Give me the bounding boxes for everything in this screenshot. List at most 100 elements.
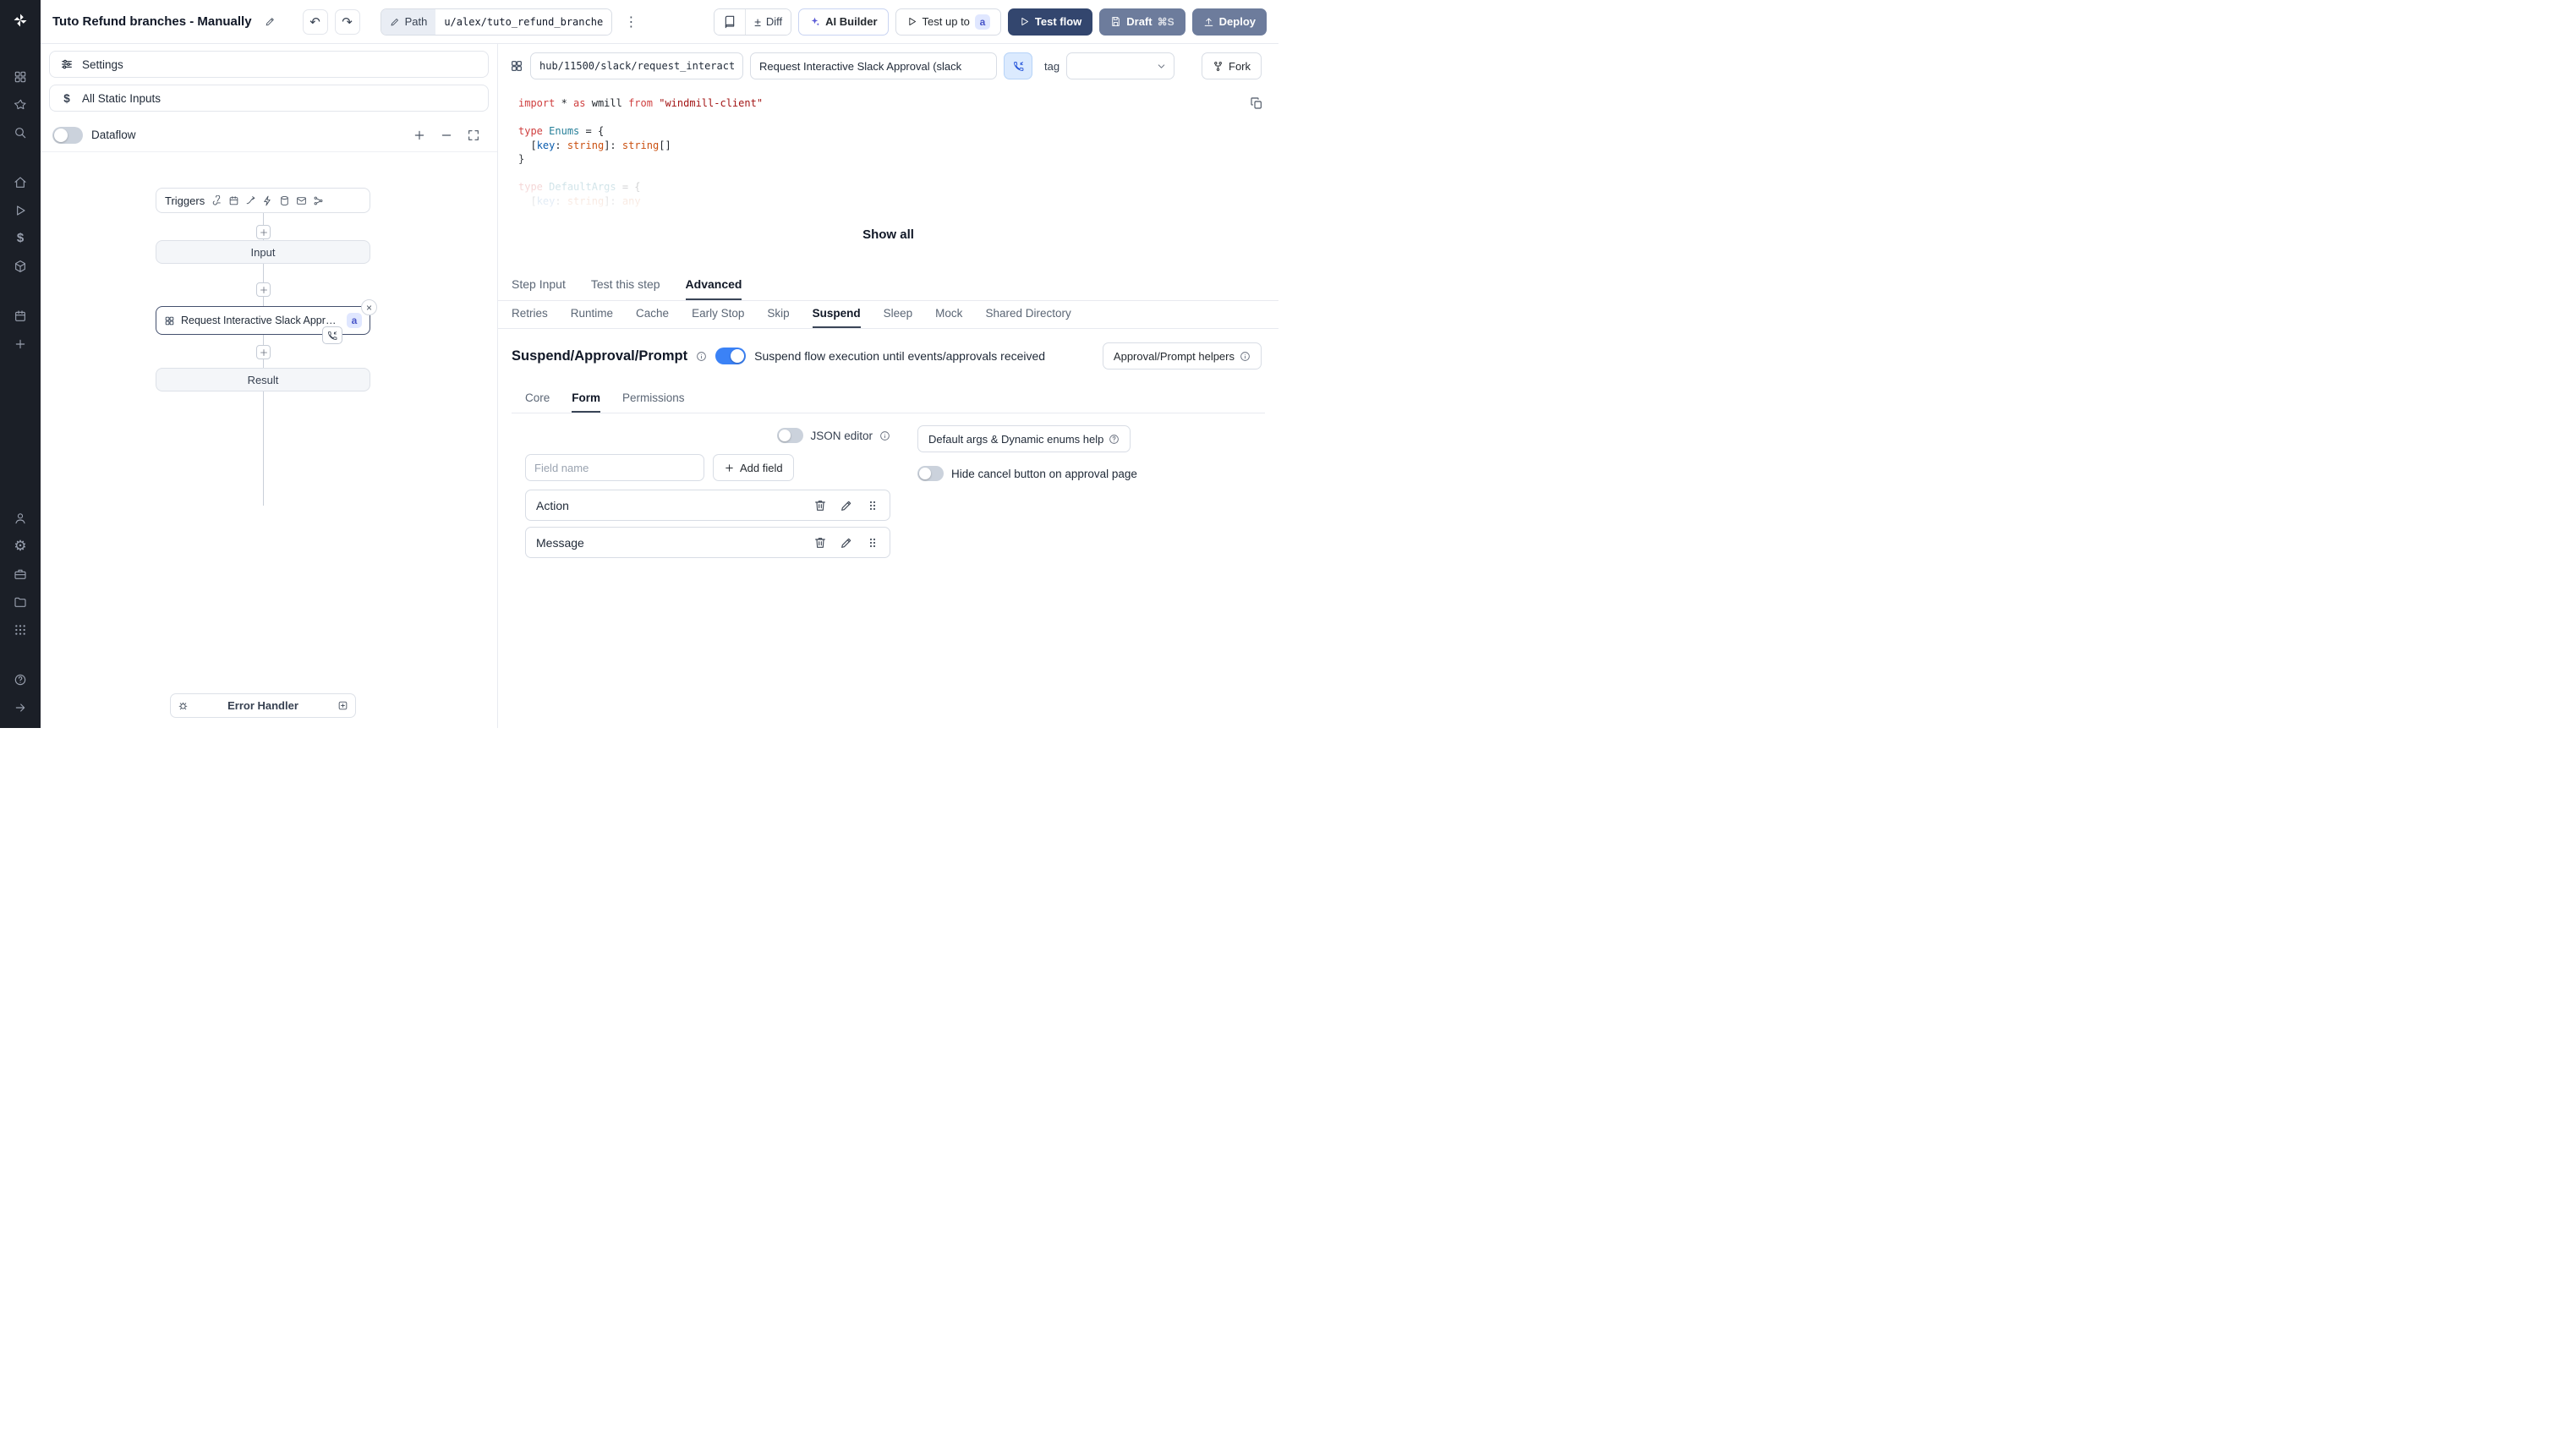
undo-button[interactable]: ↶ (302, 8, 328, 35)
sidebar-item-help[interactable] (0, 665, 41, 693)
draft-label: Draft (1126, 15, 1153, 28)
insert-step-button[interactable] (256, 345, 271, 359)
script-path-input[interactable] (530, 52, 743, 79)
zoom-in-icon[interactable] (408, 123, 431, 147)
tab-advanced[interactable]: Advanced (685, 277, 742, 300)
path-edit-button[interactable]: Path (381, 8, 436, 35)
sidebar-item-favorites[interactable] (0, 90, 41, 118)
email-icon (297, 196, 307, 205)
tab-cache[interactable]: Cache (636, 307, 669, 328)
edit-field-icon[interactable] (840, 536, 853, 550)
input-node[interactable]: Input (156, 240, 370, 264)
ai-builder-button[interactable]: AI Builder (798, 8, 889, 36)
webhook-icon (212, 194, 221, 205)
form-tab-body: JSON editor Add field Action (512, 413, 1265, 564)
sidebar-item-runs[interactable] (0, 196, 41, 224)
info-icon[interactable] (879, 430, 890, 441)
sidebar-item-schedules[interactable] (0, 302, 41, 330)
field-name-input[interactable] (525, 454, 704, 481)
docs-diff-group: ± Diff (714, 8, 792, 36)
all-static-inputs-button[interactable]: $ All Static Inputs (49, 85, 489, 112)
sidebar-item-add[interactable] (0, 330, 41, 358)
field-name: Message (536, 535, 584, 550)
windmill-logo-icon[interactable] (0, 0, 41, 41)
slack-approval-step-node[interactable]: Request Interactive Slack Approval (... … (156, 299, 377, 344)
more-options-button[interactable]: ⋮ (619, 10, 643, 34)
error-handler-label: Error Handler (227, 699, 298, 712)
hide-cancel-toggle[interactable] (917, 466, 944, 481)
drag-handle-icon[interactable] (866, 499, 879, 512)
redo-button[interactable]: ↷ (334, 8, 360, 35)
deploy-icon (1204, 18, 1213, 26)
tab-suspend[interactable]: Suspend (812, 307, 861, 328)
code-preview[interactable]: import * as wmill from "windmill-client"… (508, 88, 1268, 262)
fork-button[interactable]: Fork (1202, 52, 1262, 79)
test-flow-button[interactable]: Test flow (1007, 8, 1093, 36)
form-field-row[interactable]: Message (525, 527, 890, 558)
remove-step-button[interactable]: × (361, 299, 377, 315)
delete-field-icon[interactable] (813, 499, 827, 512)
sidebar-item-resources[interactable] (0, 252, 41, 280)
sidebar-collapse-icon[interactable] (0, 693, 41, 721)
edit-title-icon[interactable] (259, 10, 282, 34)
tab-permissions[interactable]: Permissions (622, 385, 685, 413)
tab-test-this-step[interactable]: Test this step (591, 277, 660, 300)
sidebar-item-folders[interactable] (0, 588, 41, 616)
attach-error-handler-icon[interactable] (337, 700, 348, 711)
sidebar-item-search[interactable] (0, 118, 41, 146)
tab-step-input[interactable]: Step Input (512, 277, 566, 300)
suspend-toggle[interactable] (715, 348, 747, 364)
dataflow-row: Dataflow (41, 118, 497, 152)
tab-shared-directory[interactable]: Shared Directory (985, 307, 1070, 328)
step-name-input[interactable] (750, 52, 997, 79)
code-editor[interactable]: import * as wmill from "windmill-client"… (508, 88, 1268, 208)
sidebar-item-variables[interactable]: $ (0, 224, 41, 252)
sidebar-item-apps[interactable] (0, 63, 41, 90)
tab-core[interactable]: Core (525, 385, 550, 413)
tab-skip[interactable]: Skip (767, 307, 789, 328)
docs-button[interactable] (715, 8, 746, 35)
form-field-row[interactable]: Action (525, 490, 890, 521)
fit-view-icon[interactable] (462, 123, 485, 147)
diff-button[interactable]: ± Diff (746, 8, 791, 35)
insert-step-button[interactable] (256, 282, 271, 297)
insert-step-button[interactable] (256, 225, 271, 239)
flow-graph-panel: Settings $ All Static Inputs Dataflow Tr… (41, 44, 498, 728)
copy-code-icon[interactable] (1250, 96, 1263, 110)
suspend-phone-button[interactable] (1004, 52, 1032, 79)
path-input[interactable] (435, 8, 612, 35)
tab-runtime[interactable]: Runtime (571, 307, 613, 328)
approval-prompt-helpers-button[interactable]: Approval/Prompt helpers (1102, 342, 1262, 369)
sidebar-item-workers[interactable] (0, 560, 41, 588)
sidebar-item-home[interactable] (0, 168, 41, 196)
test-up-to-button[interactable]: Test up to a (895, 8, 1001, 36)
dataflow-toggle[interactable] (52, 126, 83, 144)
sidebar-item-groups[interactable] (0, 616, 41, 643)
zoom-out-icon[interactable] (435, 123, 458, 147)
draft-button[interactable]: Draft ⌘S (1099, 8, 1185, 36)
result-node[interactable]: Result (156, 368, 370, 391)
deploy-button[interactable]: Deploy (1191, 8, 1267, 36)
sidebar-item-user[interactable] (0, 504, 41, 532)
tab-early-stop[interactable]: Early Stop (692, 307, 744, 328)
delete-field-icon[interactable] (813, 536, 827, 550)
dataflow-label: Dataflow (91, 129, 136, 141)
flow-canvas[interactable]: Triggers Input Request Interactive Slack… (41, 154, 497, 728)
info-icon[interactable] (696, 351, 707, 362)
edit-field-icon[interactable] (840, 499, 853, 512)
flow-settings-button[interactable]: Settings (49, 51, 489, 78)
sidebar-item-settings[interactable]: ⚙ (0, 532, 41, 560)
tab-sleep[interactable]: Sleep (884, 307, 913, 328)
json-editor-toggle[interactable] (777, 428, 804, 443)
tab-form[interactable]: Form (572, 385, 601, 413)
tab-mock[interactable]: Mock (935, 307, 962, 328)
triggers-node[interactable]: Triggers (156, 188, 370, 213)
drag-handle-icon[interactable] (866, 536, 879, 550)
error-handler-node[interactable]: Error Handler (170, 693, 356, 718)
chevron-down-icon (1158, 63, 1165, 68)
tag-select[interactable] (1066, 52, 1175, 79)
default-args-help-button[interactable]: Default args & Dynamic enums help (917, 425, 1131, 452)
add-field-button[interactable]: Add field (713, 454, 794, 481)
tab-retries[interactable]: Retries (512, 307, 548, 328)
show-all-button[interactable]: Show all (508, 227, 1268, 242)
